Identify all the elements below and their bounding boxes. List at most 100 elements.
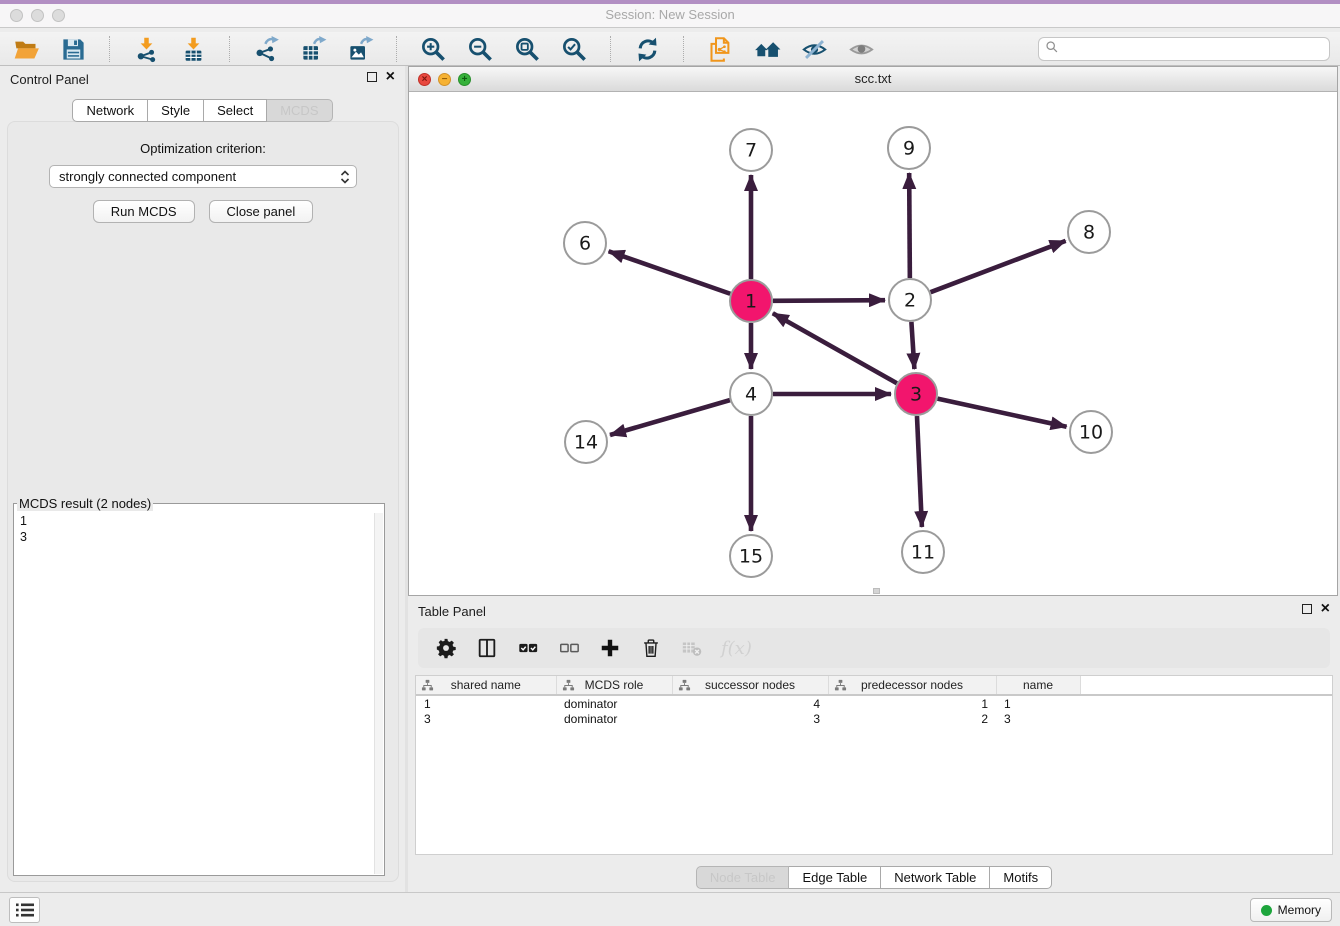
select-all-checkboxes-icon[interactable] [516, 636, 540, 660]
tab-select[interactable]: Select [204, 99, 267, 122]
search-icon [1045, 40, 1059, 59]
control-panel-title: Control Panel [10, 72, 89, 87]
node-9[interactable]: 9 [888, 127, 930, 169]
svg-text:10: 10 [1079, 422, 1103, 444]
tab-style[interactable]: Style [148, 99, 204, 122]
search-box[interactable] [1038, 37, 1330, 61]
table-cell[interactable]: 4 [672, 695, 828, 711]
table-cell[interactable]: 3 [996, 711, 1080, 727]
edge-2-8[interactable] [931, 241, 1066, 292]
edge-3-1[interactable] [773, 313, 897, 383]
home-view-icon[interactable] [753, 35, 781, 63]
toolbar-separator [610, 36, 611, 62]
close-panel-button[interactable]: Close panel [209, 200, 314, 223]
column-header-predecessor-nodes[interactable]: predecessor nodes [828, 676, 996, 695]
tab-network[interactable]: Network [72, 99, 148, 122]
float-panel-icon[interactable] [367, 72, 377, 82]
clone-network-icon[interactable] [706, 35, 734, 63]
tab-mcds[interactable]: MCDS [267, 99, 332, 122]
export-table-icon[interactable] [299, 35, 327, 63]
result-scrollbar[interactable] [374, 513, 383, 874]
table-cell[interactable]: 1 [996, 695, 1080, 711]
criterion-dropdown[interactable]: strongly connected component [49, 165, 357, 188]
table-row[interactable]: 3dominator323 [416, 711, 1332, 727]
edge-1-2[interactable] [773, 300, 885, 301]
save-session-icon[interactable] [59, 35, 87, 63]
task-history-button[interactable] [9, 897, 40, 923]
edge-2-3[interactable] [911, 322, 914, 369]
edge-2-9[interactable] [909, 173, 910, 278]
network-resize-handle[interactable] [873, 588, 880, 594]
svg-text:11: 11 [911, 542, 935, 564]
delete-column-icon[interactable] [639, 636, 663, 660]
mcds-result-item[interactable]: 3 [14, 529, 374, 545]
show-all-icon[interactable] [847, 35, 875, 63]
node-3[interactable]: 3 [895, 373, 937, 415]
node-4[interactable]: 4 [730, 373, 772, 415]
node-15[interactable]: 15 [730, 535, 772, 577]
svg-text:14: 14 [574, 432, 598, 454]
open-session-icon[interactable] [12, 35, 40, 63]
network-canvas-svg[interactable]: 7 9 6 8 1 2 4 3 14 10 15 11 [409, 92, 1337, 594]
tab-edge-table[interactable]: Edge Table [789, 866, 881, 889]
table-row[interactable]: 1dominator411 [416, 695, 1332, 711]
table-panel: Table Panel × f(x) shared nameMCDS roles… [408, 598, 1340, 896]
edge-3-10[interactable] [937, 399, 1066, 427]
memory-button[interactable]: Memory [1250, 898, 1332, 922]
svg-text:8: 8 [1083, 222, 1095, 244]
column-header-successor-nodes[interactable]: successor nodes [672, 676, 828, 695]
table-cell[interactable]: 3 [416, 711, 556, 727]
refresh-icon[interactable] [633, 35, 661, 63]
run-mcds-button[interactable]: Run MCDS [93, 200, 195, 223]
table-cell[interactable]: dominator [556, 695, 672, 711]
import-table-icon[interactable] [179, 35, 207, 63]
close-panel-icon[interactable]: × [386, 72, 395, 82]
node-1[interactable]: 1 [730, 280, 772, 322]
column-header-name[interactable]: name [996, 676, 1080, 695]
mcds-result-list[interactable]: 13 [14, 513, 374, 875]
zoom-fit-icon[interactable] [513, 35, 541, 63]
tab-network-table[interactable]: Network Table [881, 866, 990, 889]
table-cell[interactable]: 1 [828, 695, 996, 711]
zoom-selected-icon[interactable] [560, 35, 588, 63]
mcds-result-item[interactable]: 1 [14, 513, 374, 529]
zoom-in-icon[interactable] [419, 35, 447, 63]
titlebar[interactable]: Session: New Session [0, 4, 1340, 28]
node-14[interactable]: 14 [565, 421, 607, 463]
column-header-MCDS-role[interactable]: MCDS role [556, 676, 672, 695]
node-8[interactable]: 8 [1068, 211, 1110, 253]
edge-3-11[interactable] [917, 416, 922, 527]
tab-node-table[interactable]: Node Table [696, 866, 790, 889]
zoom-out-icon[interactable] [466, 35, 494, 63]
float-table-panel-icon[interactable] [1302, 604, 1312, 614]
export-image-icon[interactable] [346, 35, 374, 63]
hide-selected-icon[interactable] [800, 35, 828, 63]
node-2[interactable]: 2 [889, 279, 931, 321]
add-column-icon[interactable] [598, 636, 622, 660]
column-header-shared-name[interactable]: shared name [416, 676, 556, 695]
close-table-panel-icon[interactable]: × [1321, 604, 1330, 614]
gear-icon[interactable] [434, 636, 458, 660]
deselect-all-checkboxes-icon[interactable] [557, 636, 581, 660]
node-6[interactable]: 6 [564, 222, 606, 264]
function-builder-icon[interactable]: f(x) [721, 636, 752, 660]
table-header-row: shared nameMCDS rolesuccessor nodesprede… [416, 676, 1332, 695]
edge-1-6[interactable] [609, 251, 731, 293]
search-input[interactable] [1064, 42, 1323, 57]
delete-table-icon[interactable] [680, 636, 704, 660]
table-cell[interactable]: 2 [828, 711, 996, 727]
node-7[interactable]: 7 [730, 129, 772, 171]
application-window: Session: New Session Control Panel × Net… [0, 0, 1340, 926]
import-network-icon[interactable] [132, 35, 160, 63]
table-cell[interactable]: 1 [416, 695, 556, 711]
network-window-titlebar[interactable]: × − + scc.txt [409, 67, 1337, 92]
export-network-icon[interactable] [252, 35, 280, 63]
node-11[interactable]: 11 [902, 531, 944, 573]
tab-motifs[interactable]: Motifs [990, 866, 1052, 889]
toolbar-separator [109, 36, 110, 62]
table-cell[interactable]: 3 [672, 711, 828, 727]
table-cell[interactable]: dominator [556, 711, 672, 727]
column-view-icon[interactable] [475, 636, 499, 660]
edge-4-14[interactable] [610, 400, 730, 435]
node-10[interactable]: 10 [1070, 411, 1112, 453]
